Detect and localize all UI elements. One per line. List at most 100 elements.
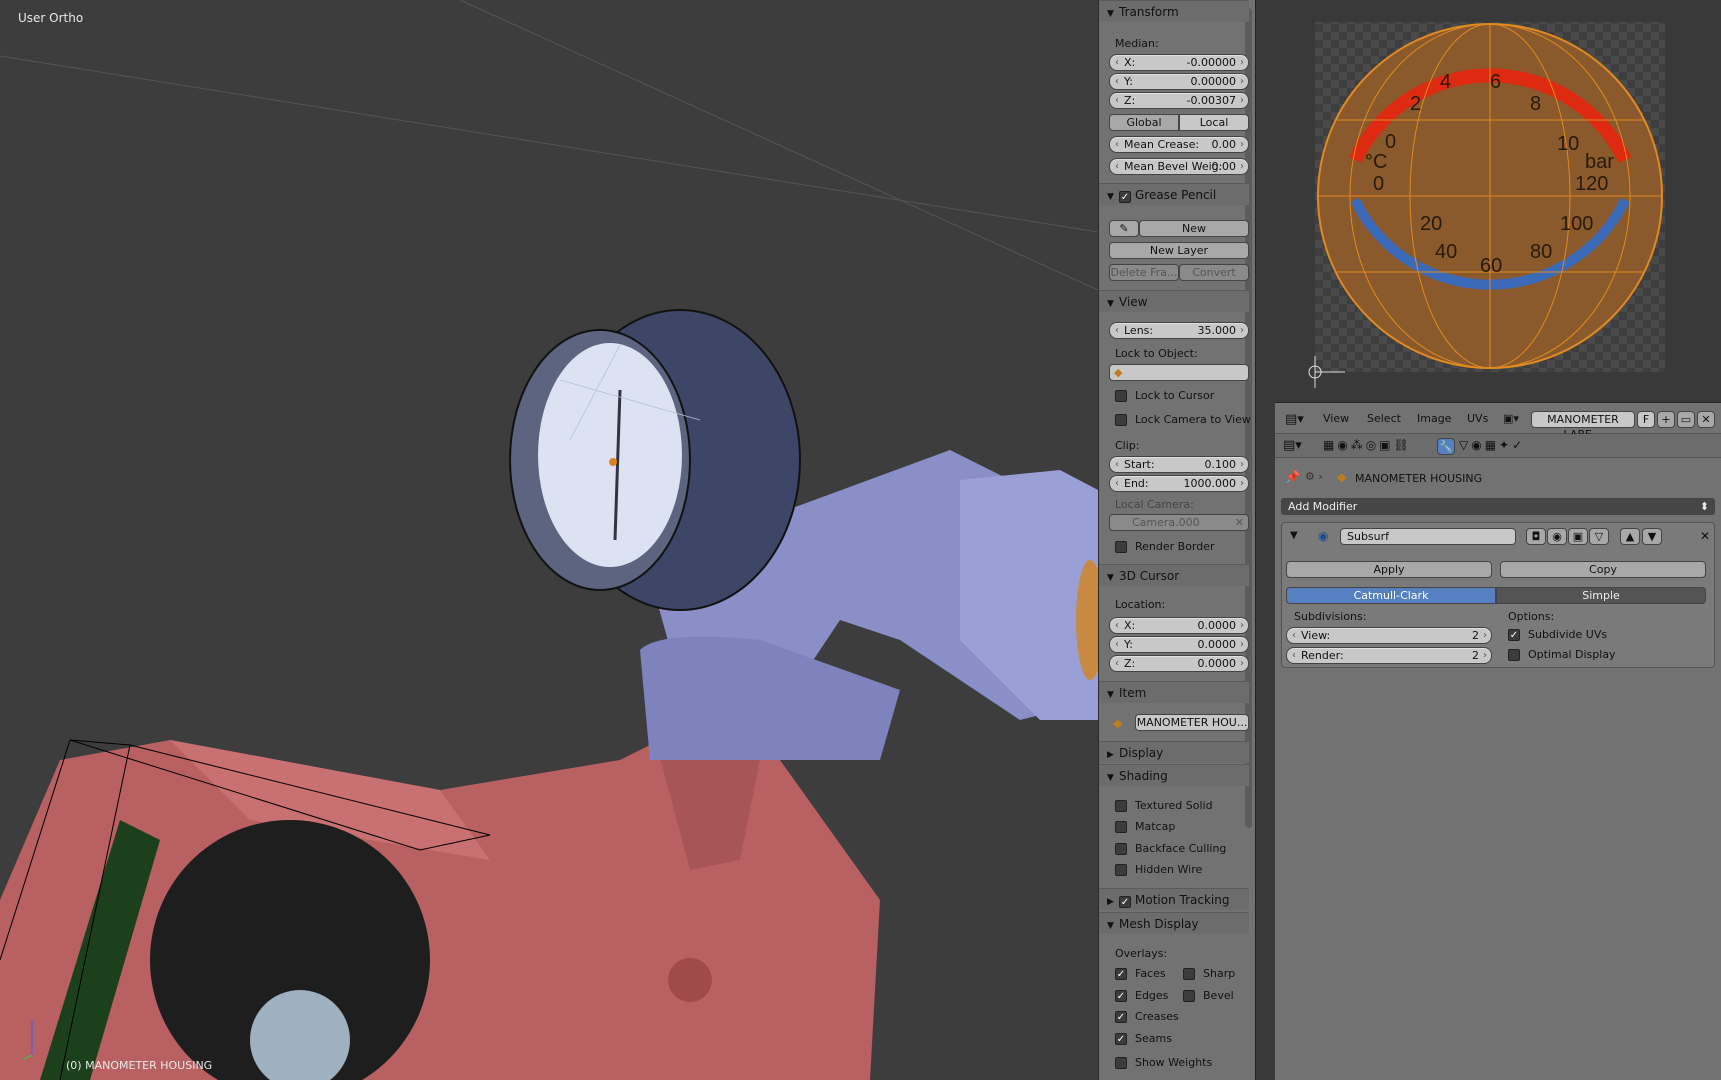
pencil-icon[interactable]: ✎ [1109, 220, 1139, 237]
median-y-field[interactable]: Y: 0.00000 [1109, 73, 1249, 90]
textured-solid-checkbox[interactable]: Textured Solid [1115, 798, 1213, 814]
lens-field[interactable]: Lens: 35.000 [1109, 322, 1249, 339]
faces-checkbox[interactable]: ✓ Faces [1115, 966, 1166, 982]
object-icon: ◆ [1337, 470, 1347, 484]
simple-toggle[interactable]: Simple [1496, 587, 1706, 604]
new-layer-button[interactable]: New Layer [1109, 242, 1249, 259]
open-image-icon[interactable]: ▭ [1677, 411, 1695, 428]
uv-editor[interactable]: 0 2 4 6 8 10 °C bar 0 20 40 60 80 100 120 [1275, 0, 1721, 402]
render-border-checkbox[interactable]: Render Border [1115, 539, 1215, 555]
properties-editor[interactable]: ▤▾ ▦◉⁂◎▣⛓ 🔧 ▽◉▦✦✓ 📌 ⚙ › ◆ MANOMETER HOUS… [1275, 434, 1721, 1080]
matcap-checkbox[interactable]: Matcap [1115, 819, 1175, 835]
cursor-x-field[interactable]: X: 0.0000 [1109, 617, 1249, 634]
menu-select[interactable]: Select [1367, 412, 1401, 425]
lock-object-field[interactable]: ◆ [1109, 364, 1249, 381]
checkbox-icon [1115, 843, 1127, 855]
viewport-eye-icon[interactable]: ◉ [1547, 528, 1567, 545]
median-x-field[interactable]: X: -0.00000 [1109, 54, 1249, 71]
creases-checkbox[interactable]: ✓ Creases [1115, 1009, 1179, 1025]
cage-toggle-icon[interactable]: ▽ [1589, 528, 1609, 545]
axis-gizmo [22, 1015, 42, 1060]
cursor-z-field[interactable]: Z: 0.0000 [1109, 655, 1249, 672]
properties-editor-icon[interactable]: ▤▾ [1283, 438, 1302, 453]
lock-to-cursor-checkbox[interactable]: Lock to Cursor [1115, 388, 1214, 404]
local-camera-field[interactable]: Camera.000 ✕ [1109, 514, 1249, 531]
move-up-icon[interactable]: ▲ [1620, 528, 1640, 545]
subdivisions-render-field[interactable]: Render: 2 [1286, 647, 1492, 664]
delete-frame-button[interactable]: Delete Fra... [1109, 264, 1179, 281]
unlink-image-icon[interactable]: ✕ [1697, 411, 1715, 428]
catmull-clark-toggle[interactable]: Catmull-Clark [1286, 587, 1496, 604]
bevel-checkbox[interactable]: Bevel [1183, 988, 1234, 1004]
sharp-checkbox[interactable]: Sharp [1183, 966, 1235, 982]
checkbox-label: Hidden Wire [1135, 863, 1203, 876]
cursor-y-field[interactable]: Y: 0.0000 [1109, 636, 1249, 653]
panel-display-header[interactable]: ▶ Display [1099, 741, 1249, 763]
field-value: 35.000 [1197, 324, 1237, 337]
image-name-field[interactable]: MANOMETER LABE... [1531, 411, 1635, 441]
item-name-field[interactable]: MANOMETER HOU... [1135, 714, 1249, 731]
gp-new-button[interactable]: New [1139, 220, 1249, 237]
context-tabs-icons[interactable]: ▦◉⁂◎▣⛓ [1323, 438, 1412, 452]
modifier-wrench-icon[interactable]: 🔧 [1437, 438, 1455, 455]
panel-view-header[interactable]: ▼ View [1099, 290, 1249, 312]
properties-context-tabs[interactable]: ▤▾ ▦◉⁂◎▣⛓ 🔧 ▽◉▦✦✓ [1275, 434, 1721, 458]
properties-sidebar[interactable]: ▼Transform Median: X:-0.00000 Y:0.00000 … [1098, 0, 1255, 1080]
pin-icon[interactable]: 📌 [1285, 470, 1300, 484]
panel-title: Shading [1119, 769, 1168, 783]
modifier-name-field[interactable]: Subsurf [1340, 528, 1516, 545]
motion-tracking-toggle[interactable]: ✓ [1119, 894, 1135, 908]
subdivisions-view-field[interactable]: View: 2 [1286, 627, 1492, 644]
dropdown-arrows-icon: ⬍ [1699, 500, 1709, 513]
data-tabs-icons[interactable]: ▽◉▦✦✓ [1459, 438, 1525, 452]
menu-uvs[interactable]: UVs [1467, 412, 1488, 425]
panel-shading-header[interactable]: ▼ Shading [1099, 764, 1249, 786]
seams-checkbox[interactable]: ✓ Seams [1115, 1031, 1172, 1047]
expand-triangle-icon: ▶ [1107, 897, 1114, 907]
editor-type-icon[interactable]: ▤▾ [1285, 412, 1304, 427]
field-value: 0.0000 [1197, 619, 1237, 632]
convert-button[interactable]: Convert [1179, 264, 1249, 281]
move-down-icon[interactable]: ▼ [1642, 528, 1662, 545]
panel-motion-tracking-header[interactable]: ▶ ✓ Motion Tracking [1099, 888, 1249, 910]
image-browse-icon[interactable]: ▣▾ [1503, 412, 1519, 425]
menu-view[interactable]: View [1323, 412, 1349, 425]
fake-user-button[interactable]: F [1637, 411, 1655, 428]
editmode-toggle-icon[interactable]: ▣ [1568, 528, 1588, 545]
clip-start-field[interactable]: Start: 0.100 [1109, 456, 1249, 473]
mean-crease-field[interactable]: Mean Crease: 0.00 [1109, 136, 1249, 153]
gauge-number-label: 120 [1575, 173, 1608, 195]
gauge-number-label: 10 [1557, 133, 1579, 155]
optimal-display-checkbox[interactable]: Optimal Display [1508, 647, 1616, 663]
clip-end-field[interactable]: End: 1000.000 [1109, 475, 1249, 492]
panel-mesh-display-header[interactable]: ▼ Mesh Display [1099, 912, 1249, 934]
panel-grease-pencil-header[interactable]: ▼ ✓ Grease Pencil [1099, 183, 1249, 205]
edges-checkbox[interactable]: ✓ Edges [1115, 988, 1168, 1004]
panel-title: Mesh Display [1119, 917, 1199, 931]
collapse-triangle-icon[interactable]: ▼ [1290, 530, 1298, 541]
lock-camera-checkbox[interactable]: Lock Camera to View [1115, 412, 1251, 428]
panel-title: Item [1119, 686, 1147, 700]
mean-bevel-field[interactable]: Mean Bevel Weig:0.00 [1109, 158, 1249, 175]
uv-editor-header[interactable]: ▤▾ View Select Image UVs ▣▾ MANOMETER LA… [1275, 402, 1721, 441]
render-toggle-icon[interactable]: ◘ [1526, 528, 1546, 545]
apply-button[interactable]: Apply [1286, 561, 1492, 578]
local-toggle[interactable]: Local [1179, 114, 1249, 131]
show-weights-checkbox[interactable]: Show Weights [1115, 1055, 1212, 1071]
remove-modifier-icon[interactable]: ✕ [1700, 529, 1710, 543]
new-image-icon[interactable]: + [1657, 411, 1675, 428]
panel-3d-cursor-header[interactable]: ▼ 3D Cursor [1099, 564, 1249, 586]
panel-item-header[interactable]: ▼ Item [1099, 681, 1249, 703]
grease-pencil-toggle[interactable]: ✓ [1119, 189, 1135, 203]
global-toggle[interactable]: Global [1109, 114, 1179, 131]
panel-transform-header[interactable]: ▼ Transform [1099, 0, 1249, 22]
add-modifier-dropdown[interactable]: Add Modifier ⬍ [1281, 498, 1715, 515]
copy-button[interactable]: Copy [1500, 561, 1706, 578]
subdivide-uvs-checkbox[interactable]: ✓ Subdivide UVs [1508, 627, 1607, 643]
median-z-field[interactable]: Z: -0.00307 [1109, 92, 1249, 109]
clear-x-icon[interactable]: ✕ [1235, 515, 1244, 530]
menu-image[interactable]: Image [1417, 412, 1451, 425]
3d-viewport[interactable]: User Ortho (0) MANOMETER HOUSING [0, 0, 1098, 1080]
hidden-wire-checkbox[interactable]: Hidden Wire [1115, 862, 1202, 878]
backface-culling-checkbox[interactable]: Backface Culling [1115, 841, 1226, 857]
